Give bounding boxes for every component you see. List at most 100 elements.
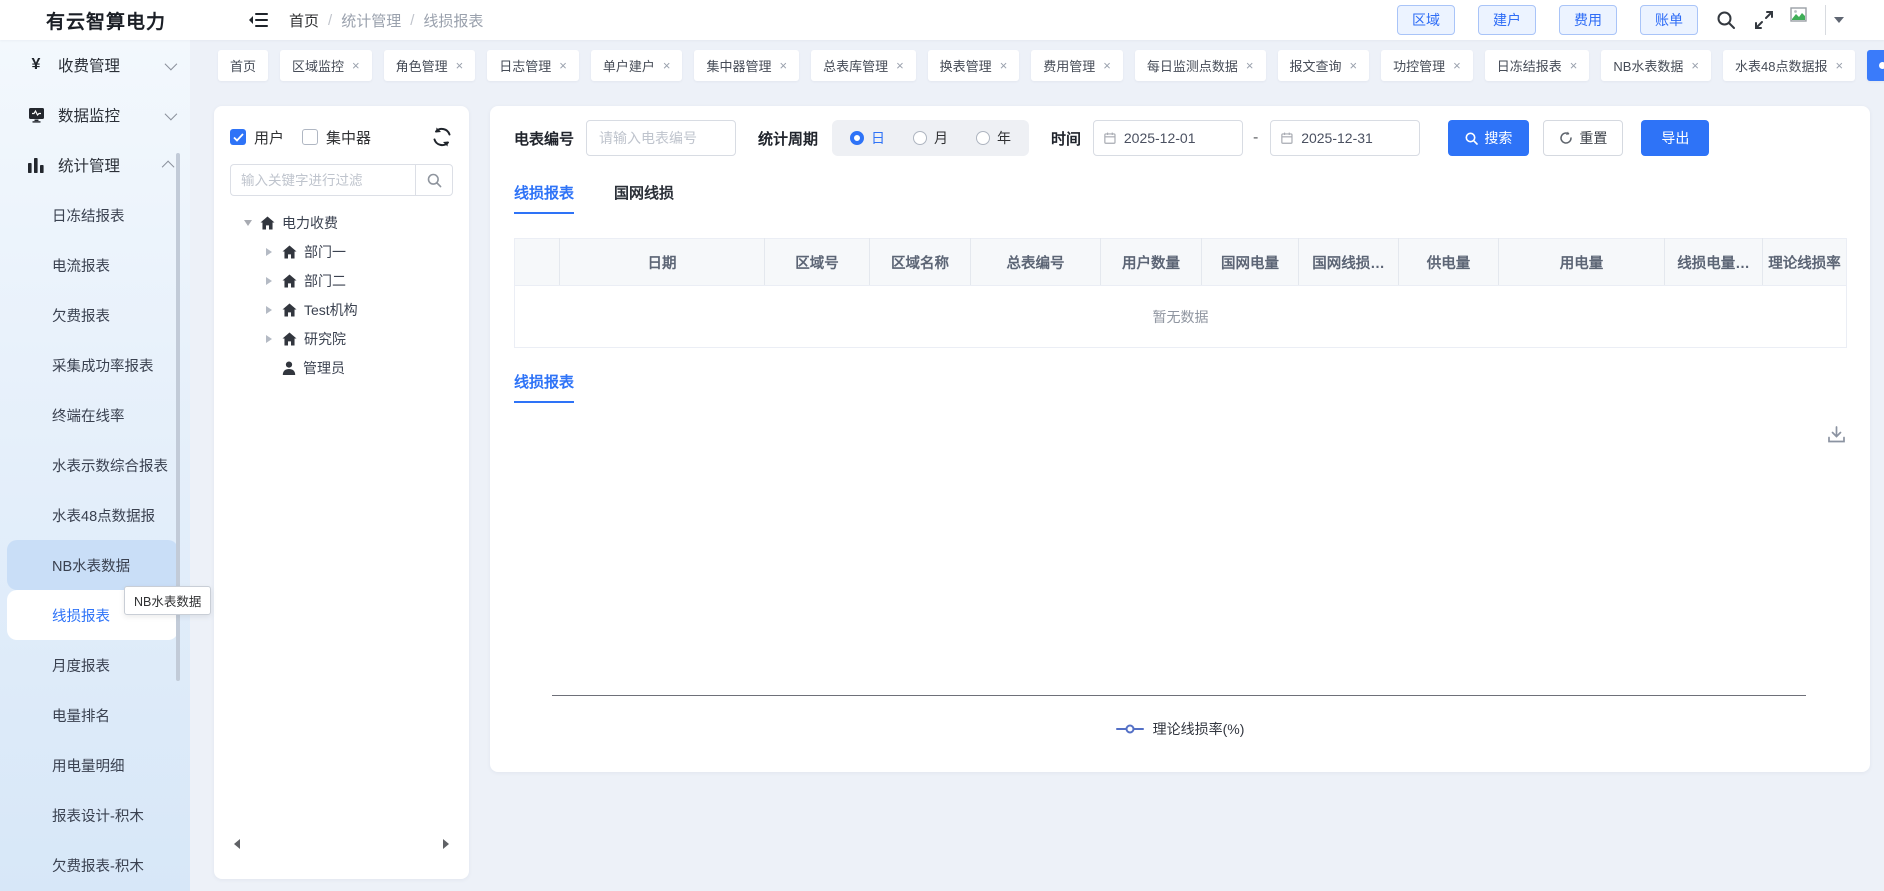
sidebar-item-arrears-report-jimu[interactable]: 欠费报表-积木 <box>7 840 178 890</box>
quick-button-region[interactable]: 区域 <box>1397 5 1455 35</box>
export-button-label: 导出 <box>1661 128 1689 148</box>
tab-label: NB水表数据 <box>1613 56 1683 75</box>
caret-collapsed-icon[interactable] <box>266 335 280 343</box>
caret-collapsed-icon[interactable] <box>266 277 280 285</box>
tab-home[interactable]: 首页 <box>218 50 268 81</box>
sidebar-item-nb-water-meter-data[interactable]: NB水表数据 <box>7 540 178 590</box>
sidebar-item-energy-ranking[interactable]: 电量排名 <box>7 690 178 740</box>
chevron-down-icon <box>165 107 178 120</box>
close-icon[interactable]: × <box>1835 59 1843 72</box>
tab-power-control[interactable]: 功控管理× <box>1381 50 1473 81</box>
tab-daily-freeze-report[interactable]: 日冻结报表× <box>1485 50 1590 81</box>
col-date: 日期 <box>560 239 765 286</box>
quick-button-create-account[interactable]: 建户 <box>1478 5 1536 35</box>
end-date-picker[interactable] <box>1270 120 1420 156</box>
tab-master-meter-library[interactable]: 总表库管理× <box>811 50 916 81</box>
breadcrumb-home[interactable]: 首页 <box>289 10 319 31</box>
tab-state-grid-line-loss[interactable]: 国网线损 <box>614 182 674 214</box>
tab-single-account[interactable]: 单户建户× <box>591 50 683 81</box>
sidebar-item-energy-usage-detail[interactable]: 用电量明细 <box>7 740 178 790</box>
tree-node-dept2[interactable]: 部门二 <box>230 266 453 295</box>
caret-expanded-icon[interactable] <box>244 220 258 226</box>
tree-node-admin[interactable]: 管理员 <box>230 353 453 382</box>
tree-node-test-org[interactable]: Test机构 <box>230 295 453 324</box>
tab-role-management[interactable]: 角色管理× <box>384 50 476 81</box>
fullscreen-button[interactable] <box>1754 10 1774 30</box>
radio-month[interactable]: 月 <box>913 128 948 148</box>
user-checkbox-label[interactable]: 用户 <box>254 127 284 148</box>
tab-line-loss-table[interactable]: 线损报表 <box>514 182 574 214</box>
quick-button-fee[interactable]: 费用 <box>1559 5 1617 35</box>
sidebar-item-monthly-report[interactable]: 月度报表 <box>7 640 178 690</box>
tab-label: 水表48点数据报 <box>1735 56 1827 75</box>
tree-refresh-button[interactable] <box>431 126 453 148</box>
tree-node-dept1[interactable]: 部门一 <box>230 237 453 266</box>
end-date-input[interactable] <box>1301 130 1409 146</box>
close-icon[interactable]: × <box>1570 59 1578 72</box>
export-button[interactable]: 导出 <box>1641 120 1709 156</box>
sidebar-item-collection-success-rate[interactable]: 采集成功率报表 <box>7 340 178 390</box>
close-icon[interactable]: × <box>1103 59 1111 72</box>
sidebar-item-arrears-report[interactable]: 欠费报表 <box>7 290 178 340</box>
sidebar-item-terminal-online-rate[interactable]: 终端在线率 <box>7 390 178 440</box>
tab-concentrator-management[interactable]: 集中器管理× <box>694 50 799 81</box>
tree-search-button[interactable] <box>415 164 453 196</box>
tab-line-loss-report[interactable]: 线损报表× <box>1867 50 1884 81</box>
user-menu-caret-icon[interactable] <box>1834 17 1844 23</box>
tree-node-root[interactable]: 电力收费 <box>230 208 453 237</box>
tree-node-research-institute[interactable]: 研究院 <box>230 324 453 353</box>
legend-label: 理论线损率(%) <box>1153 719 1245 739</box>
caret-collapsed-icon[interactable] <box>266 306 280 314</box>
close-icon[interactable]: × <box>779 59 787 72</box>
close-icon[interactable]: × <box>1246 59 1254 72</box>
close-icon[interactable]: × <box>1000 59 1008 72</box>
start-date-input[interactable] <box>1124 130 1232 146</box>
close-icon[interactable]: × <box>456 59 464 72</box>
tab-region-monitor[interactable]: 区域监控× <box>280 50 372 81</box>
caret-collapsed-icon[interactable] <box>266 248 280 256</box>
concentrator-checkbox-label[interactable]: 集中器 <box>326 127 371 148</box>
close-icon[interactable]: × <box>1691 59 1699 72</box>
user-avatar[interactable] <box>1790 5 1826 35</box>
user-checkbox[interactable] <box>230 129 246 145</box>
tab-daily-monitoring-point-data[interactable]: 每日监测点数据× <box>1135 50 1266 81</box>
quick-button-bill[interactable]: 账单 <box>1640 5 1698 35</box>
close-icon[interactable]: × <box>663 59 671 72</box>
tab-message-query[interactable]: 报文查询× <box>1278 50 1370 81</box>
close-icon[interactable]: × <box>352 59 360 72</box>
chart-legend[interactable]: 理论线损率(%) <box>514 719 1846 739</box>
sidebar-group-statistics[interactable]: 统计管理 <box>0 140 190 190</box>
start-date-picker[interactable] <box>1093 120 1243 156</box>
close-icon[interactable]: × <box>1453 59 1461 72</box>
tree-search-input[interactable] <box>230 164 415 196</box>
scroll-right-icon[interactable] <box>443 839 449 849</box>
sidebar-item-report-design-jimu[interactable]: 报表设计-积木 <box>7 790 178 840</box>
header-search-button[interactable] <box>1716 10 1736 30</box>
reset-button[interactable]: 重置 <box>1543 120 1623 156</box>
close-icon[interactable]: × <box>1350 59 1358 72</box>
tab-meter-replacement[interactable]: 换表管理× <box>928 50 1020 81</box>
sidebar-group-data-monitor[interactable]: 数据监控 <box>0 90 190 140</box>
tab-nb-water-meter-data[interactable]: NB水表数据 × <box>1601 50 1711 81</box>
broken-image-icon <box>1790 7 1808 23</box>
tab-water-meter-48pt-report[interactable]: 水表48点数据报 × <box>1723 50 1855 81</box>
concentrator-checkbox[interactable] <box>302 129 318 145</box>
sidebar-group-fee-management[interactable]: ¥ 收费管理 <box>0 40 190 90</box>
sidebar-fold-icon[interactable] <box>247 9 269 31</box>
col-grid-line-loss: 国网线损… <box>1299 239 1399 286</box>
sidebar-item-current-report[interactable]: 电流报表 <box>7 240 178 290</box>
sidebar-item-daily-freeze-report[interactable]: 日冻结报表 <box>7 190 178 240</box>
radio-year[interactable]: 年 <box>976 128 1011 148</box>
close-icon[interactable]: × <box>559 59 567 72</box>
search-button[interactable]: 搜索 <box>1448 120 1529 156</box>
tab-line-loss-chart[interactable]: 线损报表 <box>514 371 574 403</box>
radio-day[interactable]: 日 <box>850 128 885 148</box>
scroll-left-icon[interactable] <box>234 839 240 849</box>
close-icon[interactable]: × <box>896 59 904 72</box>
sidebar-item-water-meter-reading-report[interactable]: 水表示数综合报表 <box>7 440 178 490</box>
download-chart-button[interactable] <box>1827 425 1846 449</box>
tab-fee-management[interactable]: 费用管理× <box>1031 50 1123 81</box>
tab-log-management[interactable]: 日志管理× <box>487 50 579 81</box>
sidebar-item-water-meter-48pt-report[interactable]: 水表48点数据报 <box>7 490 178 540</box>
meter-no-input[interactable] <box>586 120 736 156</box>
